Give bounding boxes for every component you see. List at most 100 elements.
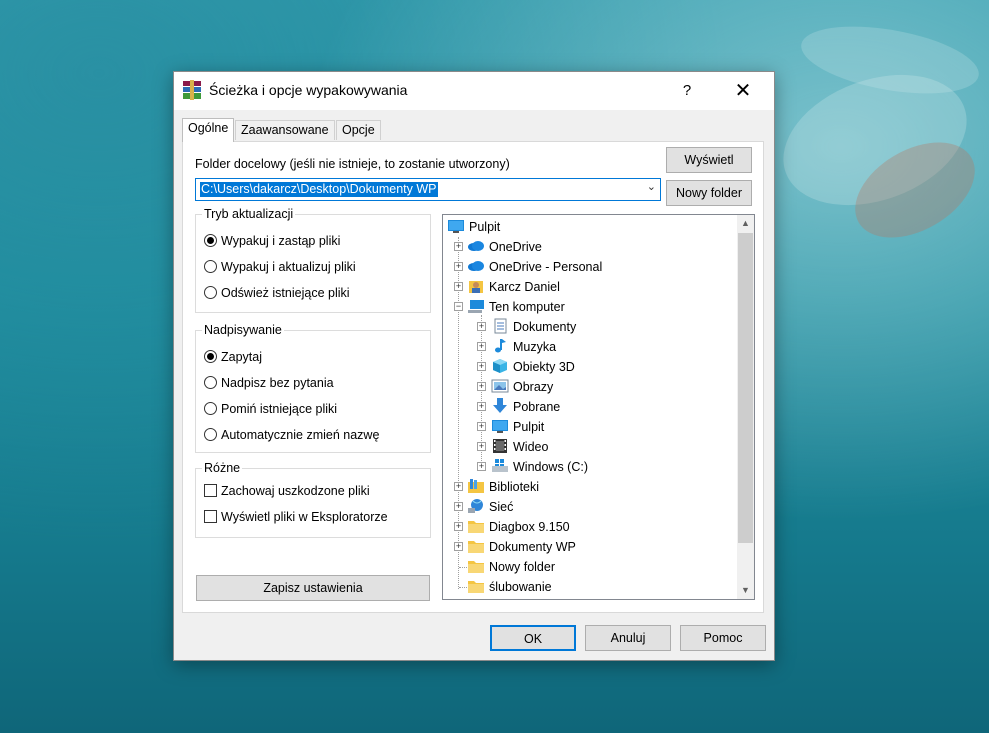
tree-item-3d-objects[interactable]: Obiekty 3D [491,357,575,377]
tree-line [459,567,467,568]
option-label: Pomiń istniejące pliki [221,402,338,416]
radio-button[interactable] [204,402,217,415]
checkbox-keep-broken[interactable]: Zachowaj uszkodzone pliki [204,482,370,500]
tab-general[interactable]: Ogólne [182,118,235,142]
tree-label: Pulpit [513,420,545,434]
radio-button[interactable] [204,234,217,247]
tree-item-pictures[interactable]: Obrazy [491,377,553,397]
tree-item-diagbox[interactable]: Diagbox 9.150 [467,517,570,537]
scroll-up-icon[interactable]: ▲ [737,215,754,232]
checkbox[interactable] [204,510,217,523]
cancel-button[interactable]: Anuluj [585,625,671,651]
tree-item-network[interactable]: Sieć [467,497,513,517]
expand-icon[interactable]: + [477,342,486,351]
expand-icon[interactable]: + [454,242,463,251]
winrar-icon [183,80,201,100]
expand-icon[interactable]: + [477,422,486,431]
tree-item-onedrive-personal[interactable]: OneDrive - Personal [467,257,602,277]
tree-item-video[interactable]: Wideo [491,437,548,457]
desktop-icon [448,220,464,233]
folder-icon [468,561,484,573]
option-label: Wypakuj i aktualizuj pliki [221,260,356,274]
scroll-down-icon[interactable]: ▼ [737,582,754,599]
checkbox-show-in-explorer[interactable]: Wyświetl pliki w Eksploratorze [204,508,388,526]
radio-button[interactable] [204,286,217,299]
update-mode-group: Tryb aktualizacji Wypakuj i zastąp pliki… [195,207,431,313]
video-icon [493,439,507,453]
tree-item-downloads[interactable]: Pobrane [491,397,560,417]
collapse-icon[interactable]: − [454,302,463,311]
expand-icon[interactable]: + [477,402,486,411]
misc-group: Różne Zachowaj uszkodzone pliki Wyświetl… [195,461,431,538]
misc-title: Różne [202,461,243,475]
save-settings-button[interactable]: Zapisz ustawienia [196,575,430,601]
option-label: Zachowaj uszkodzone pliki [221,484,370,498]
expand-icon[interactable]: + [477,462,486,471]
view-button[interactable]: Wyświetl [666,147,752,173]
radio-skip-existing[interactable]: Pomiń istniejące pliki [204,400,337,418]
cloud-icon [468,261,484,271]
expand-icon[interactable]: + [454,542,463,551]
tree-label: OneDrive [489,240,542,254]
extraction-dialog: Ścieżka i opcje wypakowywania ? ✕ Ogólne… [173,71,775,661]
option-label: Odśwież istniejące pliki [221,286,350,300]
tree-item-desktop[interactable]: Pulpit [447,217,500,237]
expand-icon[interactable]: + [477,362,486,371]
tree-item-slubowanie[interactable]: ślubowanie [467,577,552,597]
tree-item-documents[interactable]: Dokumenty [491,317,576,337]
computer-icon [468,300,484,313]
radio-overwrite-without-prompt[interactable]: Nadpisz bez pytania [204,374,334,392]
tab-options[interactable]: Opcje [336,120,381,140]
scrollbar-thumb[interactable] [738,233,753,543]
tree-label: Ten komputer [489,300,565,314]
expand-icon[interactable]: + [454,482,463,491]
tree-item-user[interactable]: Karcz Daniel [467,277,560,297]
expand-icon[interactable]: + [477,322,486,331]
tree-label: Wideo [513,440,549,454]
radio-extract-replace[interactable]: Wypakuj i zastąp pliki [204,232,340,250]
tree-item-drive-c[interactable]: Windows (C:) [491,457,588,477]
radio-button[interactable] [204,376,217,389]
expand-icon[interactable]: + [454,502,463,511]
radio-ask[interactable]: Zapytaj [204,348,262,366]
expand-icon[interactable]: + [454,282,463,291]
radio-button[interactable] [204,260,217,273]
tree-label: Muzyka [513,340,557,354]
tree-item-dokumenty-wp[interactable]: Dokumenty WP [467,537,576,557]
tab-advanced[interactable]: Zaawansowane [235,120,335,140]
radio-button[interactable] [204,350,217,363]
tree-scrollbar[interactable]: ▲ ▼ [737,215,754,599]
checkbox[interactable] [204,484,217,497]
radio-refresh-existing[interactable]: Odśwież istniejące pliki [204,284,350,302]
tree-label: Windows (C:) [513,460,589,474]
folder-tree[interactable]: Pulpit + OneDrive + OneDrive - Personal … [442,214,755,600]
ok-button[interactable]: OK [490,625,576,651]
folder-icon [468,541,484,553]
help-button[interactable]: Pomoc [680,625,766,651]
tree-item-onedrive[interactable]: OneDrive [467,237,542,257]
new-folder-button[interactable]: Nowy folder [666,180,752,206]
tree-item-desktop-sub[interactable]: Pulpit [491,417,544,437]
tree-item-music[interactable]: Muzyka [491,337,556,357]
tree-label: Biblioteki [489,480,540,494]
chevron-down-icon[interactable]: ⌄ [647,180,656,193]
tree-label: Dokumenty [513,320,577,334]
help-title-button[interactable]: ? [668,74,706,108]
title-bar: Ścieżka i opcje wypakowywania ? ✕ [174,72,774,110]
expand-icon[interactable]: + [454,262,463,271]
tree-item-this-pc[interactable]: Ten komputer [467,297,565,317]
destination-path-combo[interactable]: C:\Users\dakarcz\Desktop\Dokumenty WP ⌄ [195,178,661,201]
expand-icon[interactable]: + [454,522,463,531]
radio-button[interactable] [204,428,217,441]
tree-item-new-folder[interactable]: Nowy folder [467,557,555,577]
close-button[interactable]: ✕ [722,74,764,108]
tree-label: Sieć [489,500,514,514]
tree-item-libraries[interactable]: Biblioteki [467,477,539,497]
expand-icon[interactable]: + [477,382,486,391]
radio-auto-rename[interactable]: Automatycznie zmień nazwę [204,426,379,444]
destination-path-value[interactable]: C:\Users\dakarcz\Desktop\Dokumenty WP [200,182,438,197]
expand-icon[interactable]: + [477,442,486,451]
pictures-icon [491,379,509,393]
radio-extract-update[interactable]: Wypakuj i aktualizuj pliki [204,258,356,276]
documents-icon [494,318,507,334]
